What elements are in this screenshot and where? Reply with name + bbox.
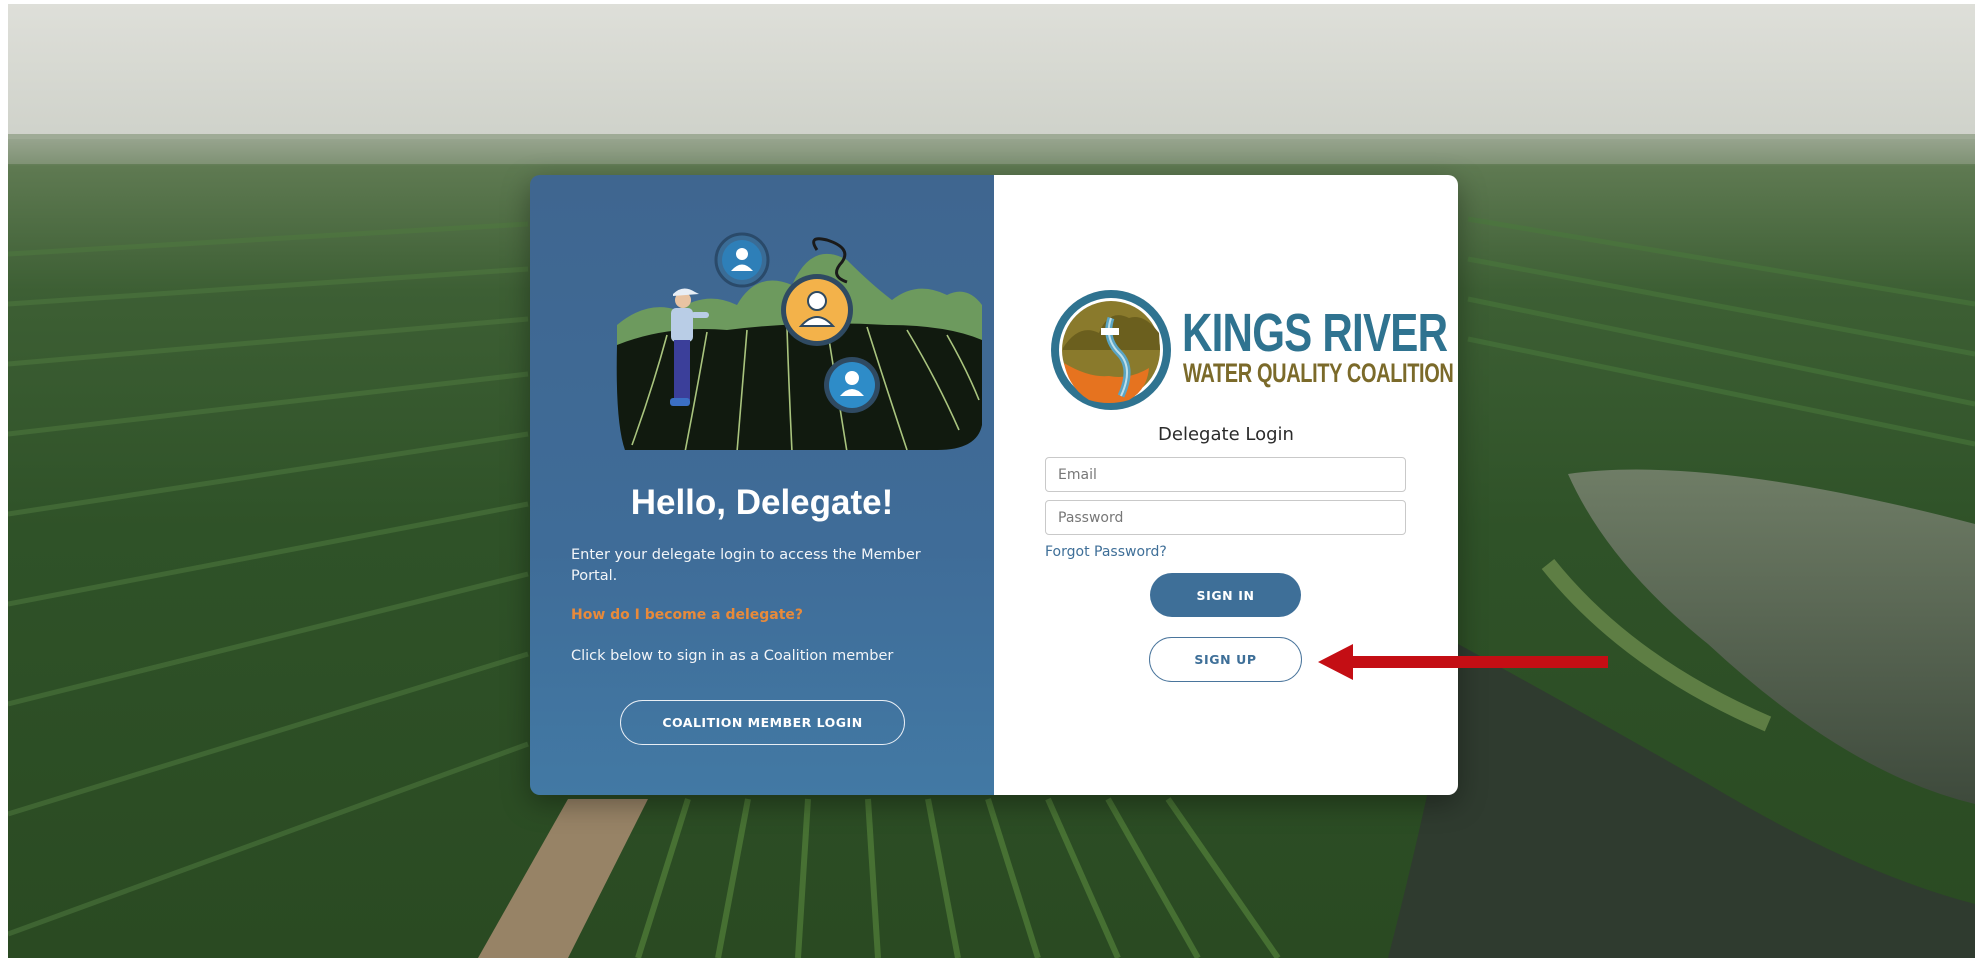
farmer-illustration [616,232,982,450]
logo-subtitle: WATER QUALITY COALITION [1183,358,1454,388]
delegate-description: Enter your delegate login to access the … [571,547,921,584]
logo-emblem [1051,290,1171,410]
forgot-password-link[interactable]: Forgot Password? [1045,544,1167,560]
email-field[interactable] [1045,457,1406,492]
login-card: Hello, Delegate! Enter your delegate log… [530,175,1458,795]
logo-title: KINGS RIVER [1182,303,1448,363]
coalition-member-login-button[interactable]: COALITION MEMBER LOGIN [620,700,905,745]
sign-in-label: SIGN IN [1196,587,1255,603]
coalition-member-login-label: COALITION MEMBER LOGIN [662,715,863,730]
sign-in-button[interactable]: SIGN IN [1150,573,1301,617]
sign-up-label: SIGN UP [1194,652,1257,667]
delegate-info-panel: Hello, Delegate! Enter your delegate log… [530,175,994,795]
become-delegate-link[interactable]: How do I become a delegate? [571,607,803,623]
coalition-instruction: Click below to sign in as a Coalition me… [571,648,894,664]
login-form-panel: KINGS RIVER WATER QUALITY COALITION Dele… [994,175,1458,795]
sign-up-button[interactable]: SIGN UP [1149,637,1302,682]
delegate-login-title: Delegate Login [1158,424,1294,445]
hello-heading: Hello, Delegate! [630,483,894,522]
annotation-arrow [1318,644,1608,680]
kings-river-logo: KINGS RIVER WATER QUALITY COALITION [1049,288,1454,413]
password-field[interactable] [1045,500,1406,535]
